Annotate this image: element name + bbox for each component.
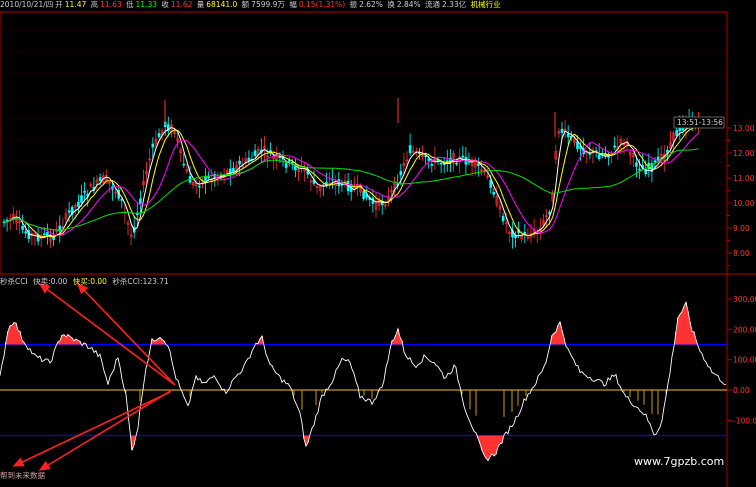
cci-axis: 300.00 200.00 100.00 0.00 -100.00 [727,295,756,425]
time-tag: 13:51-13:56 [673,116,725,129]
cci-indicator [0,301,727,462]
price-tick: 12.00 [733,149,755,158]
fast-buy-value: 0.00 [90,277,107,286]
moving-averages [3,121,699,239]
candlesticks [2,98,700,249]
price-axis: 13.00 12.00 11.00 10.00 9.00 8.00 [727,124,755,266]
bottom-label: 帮到未来数据 [0,471,45,480]
cci-line [0,301,727,462]
annotation-arrows [12,282,176,471]
cci-tick: 300.00 [733,295,756,304]
indicator-header: 秒杀CCI 快卖:0.00 快买:0.00 秒杀CCI:123.71 [0,277,169,286]
cci-value: 123.71 [142,277,169,286]
watermark: www.7gpzb.com [634,455,725,468]
price-tick: 8.00 [733,249,750,258]
cci-tick: 100.00 [733,356,756,365]
cci-tick: 0.00 [733,386,750,395]
price-tick: 11.00 [733,174,755,183]
price-tick: 10.00 [733,199,755,208]
price-tick: 13.00 [733,124,755,133]
fast-sell-value: 0.00 [50,277,68,286]
chart-canvas[interactable]: 13:51-13:56 13.00 12.00 11.00 10.00 9.00 8.00… [0,0,756,487]
cci-tick: -100.00 [733,416,756,425]
indicator-name[interactable]: 秒杀CCI [0,277,28,286]
time-tag-text: 13:51-13:56 [677,118,723,127]
cci-tick: 200.00 [733,325,756,334]
price-tick: 9.00 [733,224,750,233]
